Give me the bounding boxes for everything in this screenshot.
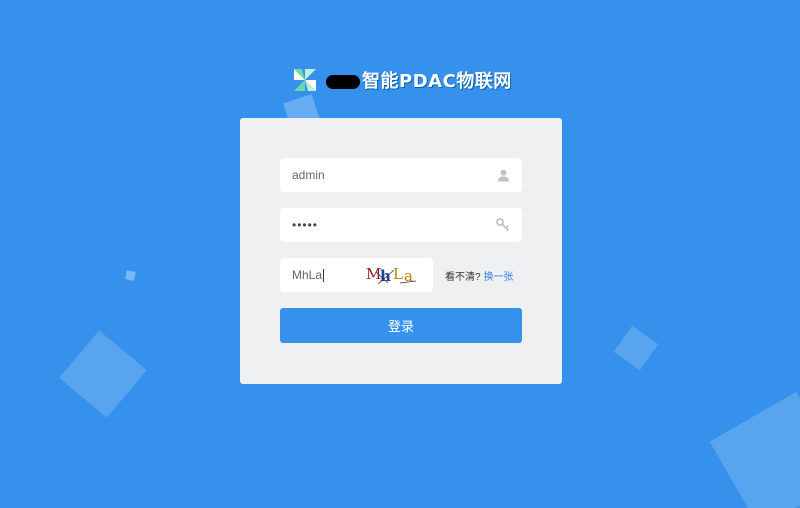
- decorative-square: [59, 330, 147, 418]
- redacted-text: [326, 75, 360, 89]
- text-caret: [323, 268, 325, 282]
- brand-header: 智能PDAC物联网: [292, 60, 512, 100]
- decorative-square: [613, 325, 659, 371]
- password-value[interactable]: •••••: [292, 218, 496, 232]
- pinwheel-logo-icon: [292, 67, 318, 93]
- password-field[interactable]: •••••: [280, 208, 522, 242]
- captcha-unclear-label: 看不清?: [445, 271, 481, 283]
- captcha-row: MhLa M h L a 看不清? 换一张: [280, 258, 522, 292]
- username-value[interactable]: admin: [292, 168, 496, 182]
- app-title: 智能PDAC物联网: [326, 67, 512, 93]
- captcha-input-value[interactable]: MhLa: [292, 268, 322, 282]
- username-field[interactable]: admin: [280, 158, 522, 192]
- captcha-image[interactable]: M h L a: [364, 262, 422, 288]
- key-icon: [496, 218, 510, 232]
- login-panel: admin ••••• MhLa M h L a 看不清? 换一张 登录: [240, 118, 562, 384]
- decorative-square: [709, 391, 800, 508]
- refresh-captcha-link[interactable]: 换一张: [484, 268, 514, 283]
- login-button[interactable]: 登录: [280, 308, 522, 343]
- user-icon: [496, 168, 510, 182]
- captcha-input[interactable]: MhLa M h L a: [280, 258, 433, 292]
- app-title-text: 智能PDAC物联网: [362, 71, 512, 92]
- decorative-square: [125, 270, 136, 281]
